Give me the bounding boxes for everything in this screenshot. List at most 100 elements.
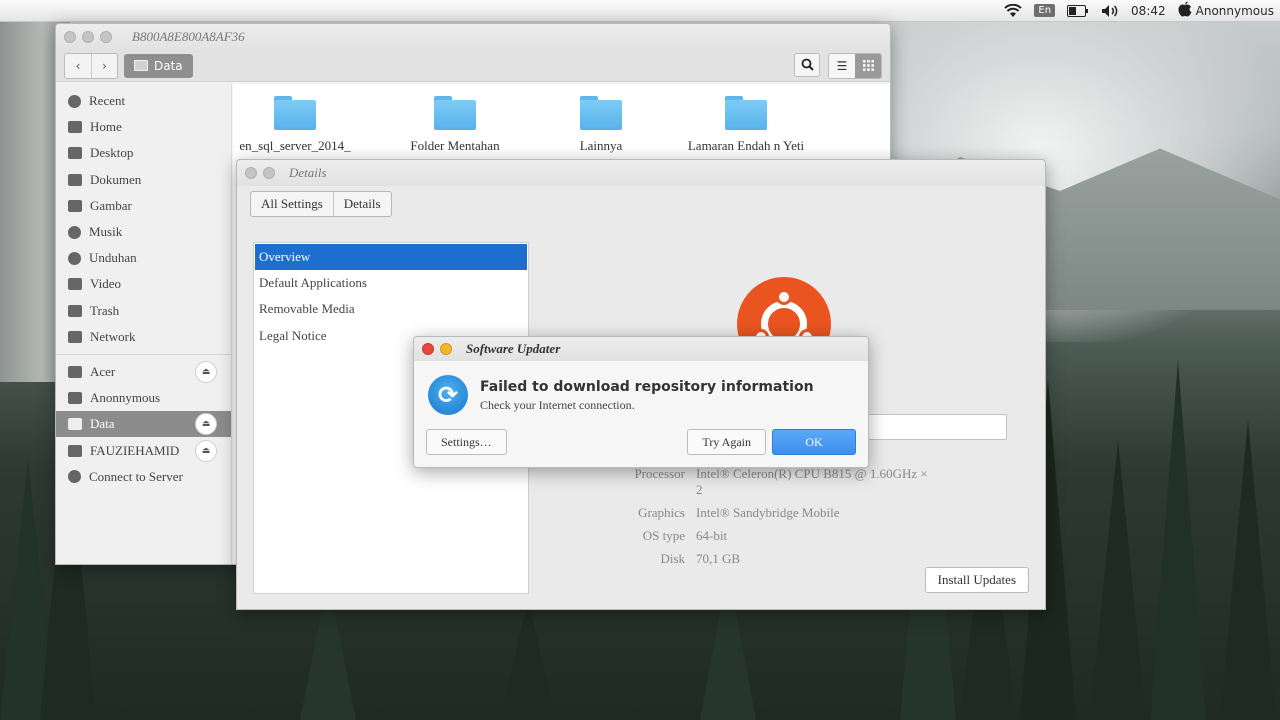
ok-button[interactable]: OK <box>772 429 856 455</box>
disk-value: 70,1 GB <box>696 551 741 566</box>
close-button[interactable] <box>64 31 76 43</box>
try-again-button[interactable]: Try Again <box>687 429 766 455</box>
grid-view-button[interactable] <box>855 53 881 78</box>
wifi-icon[interactable] <box>1004 3 1023 18</box>
sidebar-item-home[interactable]: Home <box>56 114 231 140</box>
folder-icon <box>274 96 316 130</box>
folder-name: Lainnya <box>579 138 623 153</box>
document-icon <box>68 173 82 186</box>
battery-icon[interactable] <box>1067 4 1089 17</box>
view-switcher: ☰ <box>828 52 882 79</box>
sidebar-item-label: Unduhan <box>89 250 137 266</box>
top-panel: En 08:42 Anonnymous <box>0 0 1280 22</box>
software-updater-dialog: Software Updater ⟳ Failed to download re… <box>413 336 869 468</box>
sidebar-item-label: FAUZIEHAMID <box>90 442 180 458</box>
close-button[interactable] <box>422 343 434 355</box>
sidebar-item-dokumen[interactable]: Dokumen <box>56 167 231 193</box>
user-menu[interactable]: Anonnymous <box>1178 1 1274 20</box>
keyboard-layout-indicator[interactable]: En <box>1034 4 1056 17</box>
sidebar-item-label: Recent <box>89 93 126 109</box>
user-name: Anonnymous <box>1195 3 1274 18</box>
list-icon: ☰ <box>836 58 848 73</box>
graphics-value: Intel® Sandybridge Mobile <box>696 505 840 520</box>
drive-icon <box>68 392 82 405</box>
system-info: Processor Intel® Celeron(R) CPU B815 @ 1… <box>597 466 936 567</box>
eject-icon[interactable]: ⏏ <box>195 360 217 383</box>
sidebar-item-label: Home <box>90 119 122 135</box>
apple-icon <box>1178 1 1192 20</box>
network-icon <box>68 330 82 343</box>
sidebar-item-fauziehamid[interactable]: FAUZIEHAMID ⏏ <box>56 437 231 463</box>
clock[interactable]: 08:42 <box>1131 4 1166 18</box>
os-type-value: 64-bit <box>696 528 728 543</box>
minimize-button[interactable] <box>82 31 94 43</box>
sidebar-item-recent[interactable]: Recent <box>56 88 231 114</box>
sidebar-item-label: Musik <box>89 224 123 240</box>
places-sidebar: Recent Home Desktop Dokumen Gambar Musik… <box>56 84 232 564</box>
folder-item[interactable]: Lamaran Endah n Yeti <box>676 96 816 154</box>
sidebar-item-label: Network <box>90 328 136 344</box>
sidebar-item-label: Trash <box>90 302 120 318</box>
all-settings-button[interactable]: All Settings <box>251 192 333 216</box>
sidebar-item-anonnymous[interactable]: Anonnymous <box>56 385 231 411</box>
search-icon <box>801 58 814 71</box>
grid-icon <box>862 60 874 71</box>
volume-icon[interactable] <box>1101 4 1119 18</box>
toolbar-right: ☰ <box>794 52 882 79</box>
sidebar-item-desktop[interactable]: Desktop <box>56 140 231 166</box>
forward-button[interactable]: › <box>91 53 117 78</box>
sidebar-item-trash[interactable]: Trash <box>56 298 231 324</box>
window-title: B800A8E800A8AF36 <box>132 29 245 44</box>
folder-name: Folder Mentahan <box>410 138 500 153</box>
sidebar-item-unduhan[interactable]: Unduhan <box>56 245 231 271</box>
close-button[interactable] <box>245 167 257 179</box>
sidebar-separator <box>56 353 231 355</box>
drive-icon <box>68 418 82 431</box>
dialog-title: Software Updater <box>466 341 561 356</box>
drive-icon <box>68 365 82 378</box>
download-icon <box>68 251 81 265</box>
install-updates-button[interactable]: Install Updates <box>924 567 1029 593</box>
path-bar-button[interactable]: Data <box>124 53 193 78</box>
updater-titlebar[interactable]: Software Updater <box>414 337 868 361</box>
folder-item[interactable]: Folder Mentahan <box>385 96 525 154</box>
folder-icon <box>434 96 476 130</box>
list-item-overview[interactable]: Overview <box>255 244 527 271</box>
device-name-field[interactable] <box>857 414 1007 440</box>
folder-item[interactable]: Lainnya <box>531 96 671 154</box>
details-toolbar: All Settings Details <box>237 186 1045 222</box>
sidebar-item-gambar[interactable]: Gambar <box>56 193 231 219</box>
processor-value: Intel® Celeron(R) CPU B815 @ 1.60GHz × 2 <box>696 466 928 497</box>
sidebar-item-video[interactable]: Video <box>56 271 231 297</box>
eject-icon[interactable]: ⏏ <box>195 413 217 436</box>
sidebar-item-musik[interactable]: Musik <box>56 219 231 245</box>
list-item-removable-media[interactable]: Removable Media <box>255 296 527 322</box>
search-button[interactable] <box>794 52 820 77</box>
sidebar-item-connect-to-server[interactable]: Connect to Server <box>56 464 231 490</box>
os-type-label: OS type <box>642 528 685 543</box>
error-message: Check your Internet connection. <box>480 398 635 412</box>
minimize-button[interactable] <box>263 167 275 179</box>
back-button[interactable]: ‹ <box>65 54 91 78</box>
list-item-default-applications[interactable]: Default Applications <box>255 270 527 296</box>
details-titlebar[interactable]: Details <box>237 160 1045 186</box>
details-tab[interactable]: Details <box>332 192 391 216</box>
folder-item[interactable]: en_sql_server_2014_ <box>225 96 365 154</box>
sidebar-item-acer[interactable]: Acer ⏏ <box>56 359 231 385</box>
file-manager-titlebar[interactable]: B800A8E800A8AF36 <box>56 24 890 50</box>
eject-icon[interactable]: ⏏ <box>195 439 217 462</box>
list-view-button[interactable]: ☰ <box>829 53 855 78</box>
breadcrumb: All Settings Details <box>250 191 392 217</box>
settings-button[interactable]: Settings… <box>426 429 507 455</box>
dialog-button-row: Settings… Try Again OK <box>426 429 856 455</box>
sidebar-item-data[interactable]: Data ⏏ <box>56 411 231 438</box>
file-manager-toolbar: ‹ › Data ☰ <box>56 50 890 82</box>
sidebar-item-label: Anonnymous <box>90 390 161 406</box>
globe-icon <box>68 470 81 484</box>
sidebar-item-label: Connect to Server <box>89 468 183 484</box>
history-nav: ‹ › <box>64 52 118 79</box>
sidebar-item-network[interactable]: Network <box>56 324 231 350</box>
minimize-button[interactable] <box>440 343 452 355</box>
desktop-icon <box>68 147 82 160</box>
maximize-button[interactable] <box>100 31 112 43</box>
